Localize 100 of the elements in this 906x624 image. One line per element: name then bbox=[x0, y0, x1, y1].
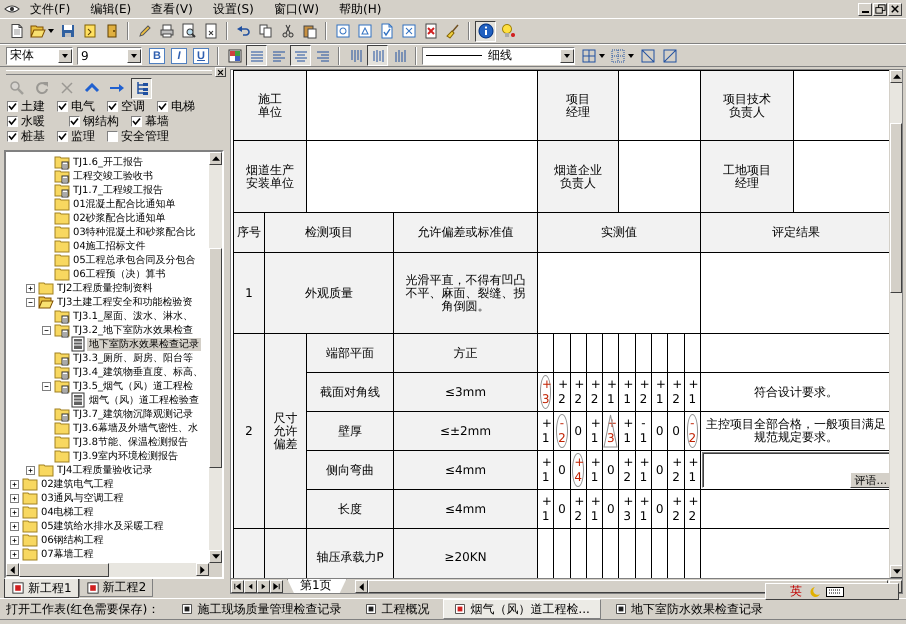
worksheet-tab[interactable]: 工程概况 bbox=[355, 600, 440, 618]
menu-item[interactable]: 帮助(H) bbox=[329, 1, 392, 17]
input-field[interactable] bbox=[307, 141, 538, 213]
line-style-dropdown[interactable]: 细线 bbox=[422, 46, 575, 64]
tree-item[interactable]: 01混凝土配合比通知单 bbox=[71, 198, 178, 210]
font-size-dropdown[interactable]: 9 bbox=[77, 46, 142, 64]
tree-item[interactable]: TJ3.9室内环境检测报告 bbox=[71, 450, 180, 462]
tree-item[interactable]: 06工程预（决）算书 bbox=[71, 268, 168, 280]
input-field[interactable] bbox=[307, 71, 538, 141]
restore-button[interactable] bbox=[873, 2, 887, 16]
collapse-icon[interactable] bbox=[26, 298, 35, 306]
checkbox[interactable] bbox=[57, 130, 68, 142]
checkbox-label: 监理 bbox=[71, 128, 95, 144]
worksheet-tab[interactable]: 施工现场质量管理检查记录 bbox=[171, 600, 352, 618]
expand-icon[interactable] bbox=[10, 550, 19, 558]
tree-item[interactable]: TJ1.7_工程竣工报告 bbox=[71, 184, 165, 196]
comment-field[interactable] bbox=[702, 452, 889, 488]
tree-item[interactable]: 04施工招标文件 bbox=[71, 240, 148, 252]
last-page-button[interactable] bbox=[270, 580, 283, 592]
worksheet-tab[interactable]: 烟气（风）道工程检... bbox=[443, 599, 601, 619]
horizontal-scrollbar[interactable] bbox=[6, 563, 209, 577]
tree-item[interactable]: TJ3土建工程安全和功能检验资 bbox=[55, 296, 194, 308]
expand-icon[interactable] bbox=[26, 284, 35, 292]
tree-item[interactable]: TJ3.1_屋面、泼水、淋水、 bbox=[71, 310, 195, 322]
menu-item[interactable]: 设置(S) bbox=[202, 1, 264, 17]
worksheet-tab[interactable]: 地下室防水效果检查记录 bbox=[604, 600, 773, 618]
lines-button[interactable] bbox=[246, 45, 267, 66]
scroll-right-icon bbox=[198, 565, 207, 574]
italic-button[interactable]: I bbox=[171, 48, 187, 64]
checkbox[interactable] bbox=[7, 116, 18, 126]
tree-item[interactable]: 06钢结构工程 bbox=[39, 534, 106, 546]
tree-item[interactable]: TJ3.2_地下室防水效果检查 bbox=[71, 324, 195, 336]
broom-icon bbox=[444, 23, 460, 39]
tree-view-button[interactable] bbox=[131, 78, 152, 98]
valign-middle-button[interactable] bbox=[367, 45, 388, 66]
menu-item[interactable]: 文件(F) bbox=[20, 1, 80, 17]
vertical-scrollbar[interactable] bbox=[209, 152, 222, 563]
input-field[interactable] bbox=[619, 141, 701, 213]
project-tab[interactable]: 新工程2 bbox=[78, 579, 154, 597]
expand-icon[interactable] bbox=[10, 480, 19, 488]
bold-button[interactable]: B bbox=[149, 48, 165, 64]
comment-button[interactable]: 评语... bbox=[850, 472, 889, 488]
minimize-button[interactable] bbox=[858, 2, 872, 16]
checkbox[interactable] bbox=[107, 100, 118, 112]
tree-item[interactable]: TJ3.4_建筑物垂直度、标高、 bbox=[71, 366, 205, 378]
menu-item[interactable]: 查看(V) bbox=[141, 1, 203, 17]
checkbox[interactable] bbox=[131, 116, 142, 126]
menu-item[interactable]: 窗口(W) bbox=[264, 1, 330, 17]
first-page-button[interactable] bbox=[231, 580, 244, 592]
collapse-icon[interactable] bbox=[42, 326, 51, 334]
expand-icon[interactable] bbox=[10, 494, 19, 502]
tree-item[interactable]: TJ3.7_建筑物沉降观测记录 bbox=[71, 408, 195, 420]
input-field[interactable] bbox=[619, 71, 701, 141]
tree-item[interactable]: TJ3.3_厕所、厨房、阳台等 bbox=[71, 352, 195, 364]
tree-item[interactable]: TJ2工程质量控制资料 bbox=[55, 282, 154, 294]
checkbox[interactable] bbox=[157, 100, 168, 112]
tree-item[interactable]: 07幕墙工程 bbox=[39, 548, 96, 560]
checkbox[interactable] bbox=[7, 130, 18, 142]
tree-item[interactable]: 02建筑电气工程 bbox=[39, 478, 116, 490]
tree-item[interactable]: TJ1.6_开工报告 bbox=[71, 156, 145, 168]
vertical-scrollbar[interactable] bbox=[889, 70, 902, 578]
close-button[interactable] bbox=[888, 2, 902, 16]
tree-item[interactable]: TJ3.6幕墙及外墙气密性、水 bbox=[71, 422, 200, 434]
next-page-icon bbox=[259, 582, 268, 590]
group-name: 尺寸允许偏差 bbox=[265, 334, 307, 529]
info-button[interactable] bbox=[475, 20, 496, 42]
tree-item[interactable]: TJ3.5_烟气（风）道工程检 bbox=[71, 380, 195, 392]
expand-icon[interactable] bbox=[10, 522, 19, 530]
expand-icon[interactable] bbox=[26, 466, 35, 474]
tree-item[interactable]: 03特种混凝土和砂浆配合比 bbox=[71, 226, 198, 238]
panel-close-button[interactable] bbox=[215, 67, 226, 77]
tree-item[interactable]: 04电梯工程 bbox=[39, 506, 96, 518]
menu-item[interactable]: 编辑(E) bbox=[80, 1, 142, 17]
tree-item[interactable]: 工程交竣工验收书 bbox=[71, 170, 155, 182]
font-dropdown[interactable]: 宋体 bbox=[6, 46, 73, 64]
tree-item[interactable]: 03通风与空调工程 bbox=[39, 492, 126, 504]
reading-cell: 0 bbox=[652, 490, 668, 529]
tree-item[interactable]: 05工程总承包合同及分包合 bbox=[71, 254, 198, 266]
align-center-button[interactable] bbox=[290, 45, 311, 66]
expand-icon[interactable] bbox=[10, 508, 19, 516]
tree-item[interactable]: 烟气（风）道工程检验查 bbox=[87, 394, 201, 406]
tree-item[interactable]: TJ4工程质量验收记录 bbox=[55, 464, 154, 476]
search-icon bbox=[8, 80, 24, 96]
sheet-tab[interactable]: 第1页 bbox=[287, 578, 347, 593]
checkbox[interactable] bbox=[69, 116, 80, 126]
previous-page-button[interactable] bbox=[244, 580, 257, 592]
expand-icon[interactable] bbox=[10, 536, 19, 544]
reading-cell: +1 bbox=[652, 373, 668, 412]
collapse-icon[interactable] bbox=[42, 382, 51, 390]
tree-item[interactable]: TJ3.8节能、保温检测报告 bbox=[71, 436, 190, 448]
underline-button[interactable]: U bbox=[193, 48, 209, 64]
tree-item[interactable]: 地下室防水效果检查记录 bbox=[87, 338, 201, 350]
tree-item[interactable]: 02砂浆配合比通知单 bbox=[71, 212, 168, 224]
next-page-button[interactable] bbox=[257, 580, 270, 592]
ime-toolbar[interactable]: 英 bbox=[765, 583, 899, 600]
checkbox[interactable] bbox=[107, 130, 118, 142]
tree-item[interactable]: 05建筑给水排水及采暖工程 bbox=[39, 520, 166, 532]
checkbox[interactable] bbox=[7, 100, 18, 112]
project-tab[interactable]: 新工程1 bbox=[4, 579, 79, 598]
checkbox[interactable] bbox=[57, 100, 68, 112]
